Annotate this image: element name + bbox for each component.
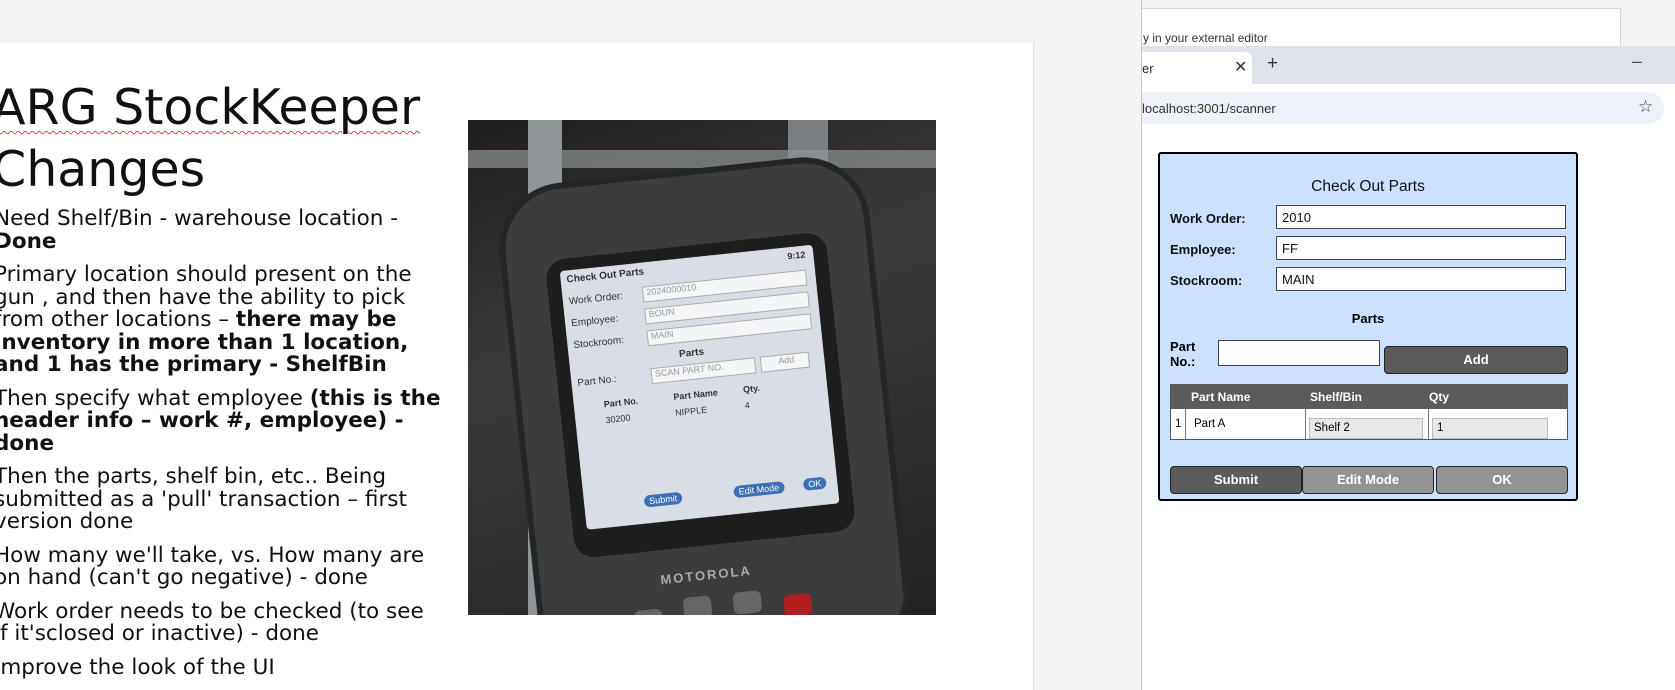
bullet-5: How many we'll take, vs. How many are on…	[0, 542, 444, 590]
slide-editor: ARG StockKeeper Changes Need Shelf/Bin -…	[0, 0, 1141, 690]
shelf-beam	[468, 150, 936, 168]
device-row-label: Employee:	[570, 313, 619, 330]
shelf-bin-field[interactable]: Shelf 2	[1309, 418, 1423, 439]
shelf-bin-cell: Shelf 2	[1306, 409, 1429, 439]
tab-scanner[interactable]: er ✕	[1142, 52, 1252, 84]
slide-title-line-2: Changes	[0, 141, 206, 198]
browser-toolbar: localhost:3001/scanner ☆	[1142, 84, 1675, 134]
edit-mode-button[interactable]: Edit Mode	[1302, 466, 1434, 494]
stockroom-label: Stockroom:	[1170, 273, 1243, 288]
device-power-key	[782, 592, 813, 615]
qty-cell: 1	[1429, 409, 1567, 439]
device-partno-label: Part No.:	[576, 373, 618, 389]
slide-title[interactable]: ARG StockKeeper Changes	[0, 77, 420, 201]
add-button[interactable]: Add	[1384, 346, 1568, 374]
slide-title-line-1-text: ARG StockKeeper	[0, 79, 421, 136]
device-edit-button: Edit Mode	[733, 480, 785, 499]
grid-header-part-name[interactable]: Part Name	[1191, 390, 1250, 404]
editor-hint-strip: y in your external editor	[1142, 0, 1675, 48]
qty-field[interactable]: 1	[1432, 418, 1548, 439]
device-keypad	[613, 582, 836, 615]
employee-input[interactable]	[1276, 236, 1566, 260]
device-key	[633, 608, 664, 615]
bullet-1-bold: Done	[0, 228, 57, 254]
device-submit-button: Submit	[643, 491, 683, 508]
new-tab-plus-icon[interactable]: +	[1267, 53, 1278, 75]
device-bezel: Check Out Parts 9:12 Work Order: 2024000…	[544, 231, 857, 560]
bullet-2: Primary location should present on the g…	[0, 263, 444, 377]
part-name-cell: Part A	[1186, 409, 1306, 439]
address-bar[interactable]: localhost:3001/scanner ☆	[1142, 92, 1664, 124]
editor-hint-box: y in your external editor	[1142, 8, 1621, 48]
slide-canvas[interactable]: ARG StockKeeper Changes Need Shelf/Bin -…	[0, 43, 1034, 690]
device-grid-cell: 30200	[605, 412, 631, 426]
device-brand-logo: MOTOROLA	[659, 562, 753, 588]
close-icon[interactable]: ✕	[1234, 57, 1247, 77]
employee-label: Employee:	[1170, 242, 1236, 257]
bullet-6-text: Work order needs to be checked (to see i…	[0, 598, 424, 646]
device-screen-title: Check Out Parts	[566, 266, 645, 286]
device-photo[interactable]: Check Out Parts 9:12 Work Order: 2024000…	[468, 120, 936, 615]
device-row-label: Stockroom:	[572, 334, 625, 352]
device-grid-header: Part No.	[603, 395, 639, 410]
tab-title: er	[1142, 61, 1154, 76]
minimize-icon[interactable]: –	[1632, 51, 1642, 72]
work-order-input[interactable]	[1276, 205, 1566, 229]
device-clock: 9:12	[786, 249, 806, 262]
grid-header-qty[interactable]: Qty	[1429, 390, 1449, 404]
grid-header-row: Part Name Shelf/Bin Qty	[1171, 385, 1567, 409]
form-title: Check Out Parts	[1311, 178, 1425, 195]
check-out-parts-form: Check Out Parts Work Order: Employee: St…	[1158, 152, 1578, 501]
device-ok-button: OK	[802, 476, 827, 491]
bullet-7-text: Improve the look of the UI	[0, 654, 275, 680]
bullet-4-text: Then the parts, shelf bin, etc.. Being s…	[0, 464, 407, 534]
bullet-7: Improve the look of the UI	[0, 654, 444, 680]
work-order-label: Work Order:	[1170, 211, 1246, 226]
table-row[interactable]: 1 Part A Shelf 2 1	[1171, 409, 1567, 439]
device-screen: Check Out Parts 9:12 Work Order: 2024000…	[559, 244, 840, 530]
device-grid-header: Qty.	[742, 382, 761, 395]
bullet-6: Work order needs to be checked (to see i…	[0, 598, 444, 646]
browser-window: y in your external editor er ✕ + – local…	[1141, 0, 1675, 690]
bookmark-star-icon[interactable]: ☆	[1638, 97, 1653, 117]
parts-heading: Parts	[1351, 311, 1385, 326]
device-add-button: Add	[759, 351, 811, 373]
parts-grid: Part Name Shelf/Bin Qty 1 Part A Shelf 2…	[1170, 384, 1568, 440]
bullet-5-text: How many we'll take, vs. How many are on…	[0, 542, 425, 590]
bullet-3-text: Then specify what employee	[0, 385, 310, 411]
slide-title-line-1: ARG StockKeeper	[0, 77, 420, 139]
bullet-1-text: Need Shelf/Bin - warehouse location -	[0, 206, 399, 231]
device-row-label: Work Order:	[568, 290, 624, 308]
bullet-3: Then specify what employee (this is the …	[0, 385, 444, 456]
address-url[interactable]: localhost:3001/scanner	[1142, 101, 1276, 116]
grid-header-shelf-bin[interactable]: Shelf/Bin	[1310, 390, 1362, 404]
stockroom-input[interactable]	[1276, 267, 1566, 291]
device-grid-cell: NIPPLE	[674, 404, 708, 418]
device-grid-header: Part Name	[672, 387, 719, 402]
row-number: 1	[1175, 418, 1182, 430]
device-partno-field: SCAN PART NO.	[650, 357, 757, 385]
tab-bar: er ✕ + –	[1142, 46, 1675, 84]
device-key	[682, 595, 713, 615]
editor-hint-text: y in your external editor	[1143, 31, 1268, 45]
handheld-scanner: Check Out Parts 9:12 Work Order: 2024000…	[499, 157, 907, 615]
device-key	[732, 590, 763, 615]
part-name-value: Part A	[1194, 418, 1226, 430]
submit-button[interactable]: Submit	[1170, 466, 1302, 494]
bullet-4: Then the parts, shelf bin, etc.. Being s…	[0, 464, 444, 534]
row-number-cell: 1	[1171, 409, 1186, 439]
part-no-label: Part No.:	[1170, 339, 1196, 369]
bullet-1: Need Shelf/Bin - warehouse location - Do…	[0, 206, 444, 254]
slide-bullet-list[interactable]: Need Shelf/Bin - warehouse location - Do…	[0, 206, 444, 690]
part-no-input[interactable]	[1218, 340, 1380, 366]
device-grid-cell: 4	[744, 400, 751, 411]
ok-button[interactable]: OK	[1436, 466, 1568, 494]
device-parts-label: Parts	[678, 346, 705, 361]
